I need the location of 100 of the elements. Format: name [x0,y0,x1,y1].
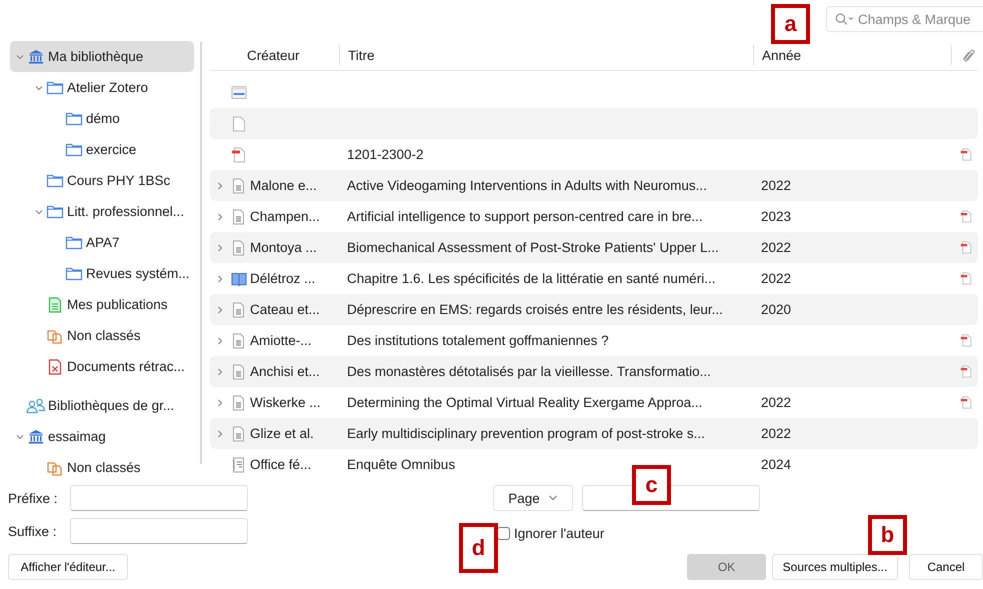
table-cell: Active Videogaming Interventions in Adults with Neuromus... [347,178,707,193]
table-cell: Determining the Optimal Virtual Reality Exergame Approa... [347,395,702,410]
sidebar-item[interactable]: Litt. professionnel... [10,196,194,227]
column-header[interactable]: Titre [339,45,753,65]
chevron-icon[interactable] [215,274,225,284]
table-cell: Des monastères détotalisés par la vieillesse. Transformatio... [347,364,711,379]
table-cell: Anchisi et... [250,364,320,379]
chevron-icon[interactable] [215,242,225,252]
browser-window-icon [230,85,246,100]
dialog-button[interactable]: Cancel [909,554,983,580]
sidebar-item[interactable]: Ma bibliothèque [10,41,194,72]
chevron-icon[interactable] [215,212,225,222]
chevron-icon[interactable] [215,336,225,346]
item-row[interactable]: Anchisi et... Des monastères détotalisés par la vieillesse. Transformatio... [210,356,978,387]
sidebar-item[interactable]: Cours PHY 1BSc [10,165,194,196]
item-row[interactable]: Montoya ... Biomechanical Assessment of Post-Stroke Patients' Upper L... 2022 [210,232,978,263]
field-label: Suffixe : [8,524,58,538]
sidebar-item[interactable]: Mes publications [10,289,194,320]
documents-icon [46,460,64,476]
table-cell: Amiotte-... [250,333,312,348]
table-cell: 2020 [761,302,792,317]
input-field[interactable] [70,518,248,544]
table-cell: 1201-2300-2 [347,147,424,162]
documents-icon [46,328,64,344]
document-icon [232,364,245,380]
table-cell: Cateau et... [250,302,320,317]
folder-icon [46,80,64,95]
people-icon [26,398,46,414]
document-icon [232,332,245,348]
item-row[interactable]: Malone e... Active Videogaming Interventions in Adults with Neuromus... 2022 [210,170,978,201]
dialog-button[interactable]: Sources multiples... [772,554,898,580]
column-header[interactable]: Créateur [247,45,339,65]
sidebar-item[interactable]: essaimag [10,421,194,452]
sidebar-item[interactable]: Revues systém... [10,258,194,289]
table-cell: Des institutions totalement goffmaniennes ? [347,333,609,348]
field-label: Préfixe : [8,490,59,506]
folder-icon [65,266,83,281]
document-icon [232,302,245,318]
document-x-icon [48,358,62,374]
chevron-icon[interactable] [215,398,225,408]
dialog-button[interactable]: Afficher l'éditeur... [8,554,128,580]
item-row[interactable]: Wiskerke ... Determining the Optimal Virtual Reality Exergame Approa... 2022 [210,387,978,418]
chevron-icon[interactable] [215,366,225,376]
item-row[interactable]: 1201-2300-2 [210,139,978,170]
sidebar-item[interactable]: Bibliothèques de gr... [10,390,194,421]
blank-page-icon [232,116,246,132]
item-row[interactable]: Amiotte-... Des institutions totalement goffmaniennes ? [210,325,978,356]
chevron-icon[interactable] [215,304,225,314]
checkbox-label: Ignorer l'auteur [514,526,604,541]
pdf-icon [231,146,246,162]
checkbox[interactable] [497,527,510,540]
folder-icon [65,111,83,126]
table-cell: Office fé... [250,457,312,472]
folder-icon [46,173,64,188]
folder-icon [65,235,83,250]
item-row[interactable]: Cateau et... Déprescrire en EMS: regards croisés entre les résidents, leur... 2020 [210,294,978,325]
callout-label: b [868,515,907,555]
building-icon [28,428,44,444]
building-icon [28,48,44,64]
table-cell: Déprescrire en EMS: regards croisés entre les résidents, leur... [347,302,723,317]
table-cell: 2022 [761,178,792,193]
sidebar-item[interactable]: Non classés [10,320,194,351]
item-row[interactable]: Glize et al. Early multidisciplinary prevention program of post-stroke s... 2022 [210,418,978,449]
callout-label: d [459,523,498,573]
document-icon [232,240,245,256]
table-cell: 2023 [761,209,792,224]
table-cell: 2022 [761,240,792,255]
callout-label: a [771,4,810,44]
chevron-icon[interactable] [215,180,225,190]
sidebar-item[interactable]: Documents rétrac... [10,351,194,382]
table-cell: 2022 [761,426,792,441]
document-icon [232,394,245,410]
document-icon [232,178,245,194]
table-cell: Chapitre 1.6. Les spécificités de la littératie en santé numéri... [347,271,716,286]
book-icon [230,270,246,286]
sidebar-item[interactable]: démo [10,103,194,134]
table-cell: 2022 [761,395,792,410]
input-field[interactable] [70,485,248,511]
table-cell: Enquête Omnibus [347,457,456,472]
paperclip-icon[interactable] [963,47,975,63]
folder-icon [46,204,64,219]
sidebar-item[interactable]: exercice [10,134,194,165]
table-cell: Artificial intelligence to support person-centred care in bre... [347,209,703,224]
table-cell: 2022 [761,271,792,286]
caret-icon [548,494,558,502]
item-row[interactable]: Délétroz ... Chapitre 1.6. Les spécificités de la littératie en santé numéri... 2022 [210,263,978,294]
table-cell: Early multidisciplinary prevention program of post-stroke s... [347,426,705,441]
search-icon [835,12,855,26]
sidebar-item[interactable]: Non classés [10,452,194,483]
sidebar-item[interactable]: Atelier Zotero [10,72,194,103]
table-cell: Glize et al. [250,426,314,441]
page-dropdown[interactable]: Page [493,485,573,511]
table-cell: Délétroz ... [250,271,316,286]
column-header[interactable]: Année [753,45,951,65]
document-icon [48,296,62,312]
chevron-icon[interactable] [215,428,225,438]
table-cell: Champen... [250,209,320,224]
search-field[interactable]: Champs & Marque [826,6,983,32]
sidebar-item[interactable]: APA7 [10,227,194,258]
item-row[interactable]: Champen... Artificial intelligence to support person-centred care in bre... 2023 [210,201,978,232]
